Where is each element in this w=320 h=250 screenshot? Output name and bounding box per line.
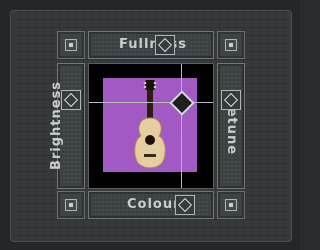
left-control-panel[interactable]: Brightness — [49, 63, 85, 189]
bottom-diamond-button[interactable] — [175, 195, 195, 215]
top-diamond-button[interactable] — [155, 35, 175, 55]
right-diamond-button[interactable] — [221, 90, 241, 110]
corner-bottom-left[interactable] — [57, 191, 85, 219]
corner-icon — [225, 199, 237, 211]
left-diamond-button[interactable] — [61, 90, 81, 110]
bottom-control-panel[interactable]: Colour — [88, 191, 214, 219]
corner-top-right[interactable] — [217, 31, 245, 59]
corner-icon — [65, 39, 77, 51]
bottom-label: Colour — [127, 197, 181, 212]
corner-top-left[interactable] — [57, 31, 85, 59]
corner-icon — [225, 39, 237, 51]
corner-bottom-right[interactable] — [217, 191, 245, 219]
corner-icon — [65, 199, 77, 211]
right-control-panel[interactable]: Detune — [217, 63, 245, 189]
top-label: Fullness — [119, 37, 187, 52]
crosshair-vertical — [181, 64, 182, 188]
xy-pad-area[interactable] — [88, 63, 214, 189]
top-control-panel[interactable]: Fullness — [88, 31, 214, 59]
